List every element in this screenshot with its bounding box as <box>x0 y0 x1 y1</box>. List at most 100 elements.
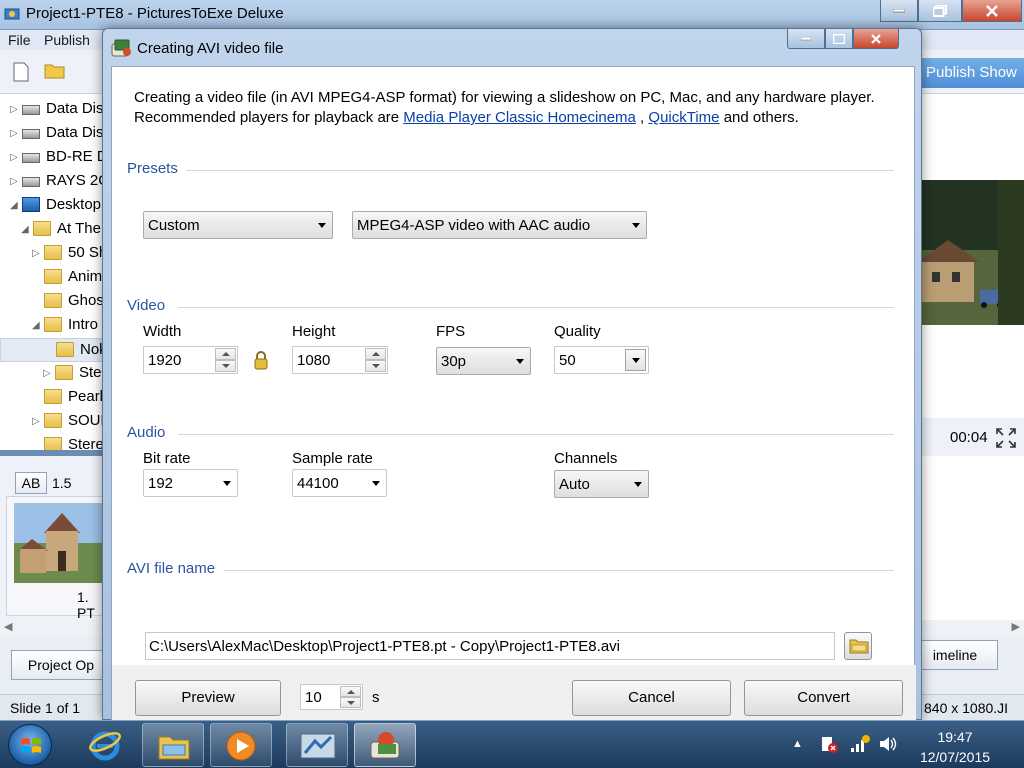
taskbar-explorer[interactable] <box>142 723 204 767</box>
browse-button[interactable] <box>844 632 872 660</box>
tray-clock[interactable]: 19:47 12/07/2015 <box>905 727 1005 767</box>
minimize-icon <box>893 8 905 12</box>
video-file-icon <box>111 39 131 57</box>
scroll-right-icon[interactable]: ▶ <box>1012 620 1020 633</box>
main-close-button[interactable] <box>962 0 1022 22</box>
audio-heading: Audio <box>127 424 166 441</box>
seconds-spin-down[interactable] <box>340 697 361 708</box>
dialog-close-button[interactable] <box>853 29 899 49</box>
slide-thumbnail[interactable]: 1. PT <box>6 496 106 621</box>
status-resolution: 840 x 1080.JI <box>924 700 1009 716</box>
seconds-spin-up[interactable] <box>340 686 361 697</box>
collapsed-arrow-icon[interactable]: ▷ <box>10 152 18 163</box>
tree-item[interactable]: ▷SOUND <box>0 410 107 434</box>
samplerate-select[interactable]: 44100 <box>292 469 387 497</box>
convert-button[interactable]: Convert <box>744 680 903 716</box>
collapsed-arrow-icon[interactable]: ▷ <box>10 128 18 139</box>
mpc-link[interactable]: Media Player Classic Homecinema <box>403 109 636 126</box>
tree-item[interactable]: Ghost <box>0 290 107 314</box>
start-button[interactable] <box>8 724 52 766</box>
open-folder-icon[interactable] <box>44 62 66 80</box>
new-file-icon[interactable] <box>12 62 30 82</box>
collapsed-arrow-icon[interactable]: ▷ <box>10 104 18 115</box>
tree-item[interactable]: ▷ RAYS 2GB <box>0 170 107 194</box>
action-center-icon[interactable] <box>820 735 838 753</box>
tree-item-label: RAYS 2GB <box>46 172 107 189</box>
volume-icon[interactable] <box>878 735 898 753</box>
collapsed-arrow-icon[interactable]: ▷ <box>32 248 40 259</box>
tree-item[interactable]: Stereo <box>0 434 107 450</box>
taskbar-pte-designer[interactable] <box>286 723 348 767</box>
network-icon[interactable] <box>850 735 870 753</box>
bitrate-select[interactable]: 192 <box>143 469 238 497</box>
folder-icon <box>44 389 62 404</box>
expanded-arrow-icon[interactable]: ◢ <box>21 224 29 235</box>
quicktime-link[interactable]: QuickTime <box>648 109 719 126</box>
tree-item[interactable]: ▷50 Shades <box>0 242 107 266</box>
presets-heading: Presets <box>127 160 178 177</box>
dialog-minimize-button[interactable] <box>787 29 825 49</box>
playback-bar: 00:04 <box>918 418 1024 456</box>
collapsed-arrow-icon[interactable]: ▷ <box>10 176 18 187</box>
folder-icon <box>44 245 62 260</box>
intro-text: Creating a video file (in AVI MPEG4-ASP … <box>134 88 904 128</box>
collapsed-arrow-icon[interactable]: ▷ <box>43 368 51 379</box>
tree-item[interactable]: Nokia <box>0 338 107 362</box>
restore-icon <box>933 4 947 17</box>
width-spin-down[interactable] <box>215 360 236 372</box>
tree-item[interactable]: Animation <box>0 266 107 290</box>
dialog-maximize-button[interactable] <box>825 29 853 49</box>
tray-show-hidden-icon[interactable]: ▲ <box>792 738 803 750</box>
minimize-button[interactable] <box>880 0 918 22</box>
status-slide-count: Slide 1 of 1 <box>10 700 81 716</box>
scroll-left-icon[interactable]: ◀ <box>4 620 12 633</box>
width-spin-up[interactable] <box>215 348 236 360</box>
tree-item[interactable]: ▷ BD-RE Drive <box>0 146 107 170</box>
preview-button[interactable]: Preview <box>135 680 281 716</box>
windows-logo-icon <box>21 738 41 753</box>
tree-item[interactable]: Pearl <box>0 386 107 410</box>
tree-item[interactable]: ▷ Data Disk <box>0 122 107 146</box>
project-options-button[interactable]: Project Op <box>11 650 111 680</box>
preset-select[interactable]: Custom <box>143 211 333 239</box>
fps-select[interactable]: 30p <box>436 347 531 375</box>
close-icon <box>871 33 881 44</box>
tree-item[interactable]: ▷Stereo <box>0 362 107 386</box>
height-input[interactable]: 1080 <box>292 346 388 374</box>
house-photo <box>918 180 1024 325</box>
fullscreen-icon[interactable] <box>996 428 1016 448</box>
height-spin-down[interactable] <box>365 360 386 372</box>
tree-item[interactable]: ▷ Data Disk <box>0 98 107 122</box>
collapsed-arrow-icon[interactable]: ▷ <box>32 416 40 427</box>
taskbar-pte-app[interactable] <box>354 723 416 767</box>
preview-seconds-input[interactable]: 10 <box>300 684 363 710</box>
expanded-arrow-icon[interactable]: ◢ <box>32 320 40 331</box>
tree-item[interactable]: ◢ Desktop <box>0 194 107 218</box>
taskbar-ie[interactable] <box>74 723 136 767</box>
quality-select[interactable]: 50 <box>554 346 649 374</box>
format-select[interactable]: MPEG4-ASP video with AAC audio <box>352 211 647 239</box>
timeline-button[interactable]: imeline <box>912 640 998 670</box>
width-input[interactable]: 1920 <box>143 346 238 374</box>
ab-toggle-button[interactable]: AB <box>15 472 47 494</box>
aspect-lock-icon[interactable] <box>253 350 269 370</box>
height-spin-up[interactable] <box>365 348 386 360</box>
taskbar-media-player[interactable] <box>210 723 272 767</box>
app-icon <box>4 8 20 20</box>
chevron-down-icon <box>632 358 640 363</box>
avi-path-input[interactable]: C:\Users\AlexMac\Desktop\Project1-PTE8.p… <box>145 632 835 660</box>
maximize-button[interactable] <box>918 0 962 22</box>
publish-show-button[interactable]: Publish Show <box>918 58 1024 88</box>
cancel-button[interactable]: Cancel <box>572 680 731 716</box>
tree-item[interactable]: ◢ At The <box>0 218 107 242</box>
internet-explorer-icon <box>89 731 121 761</box>
folder-icon <box>44 269 62 284</box>
bitrate-label: Bit rate <box>143 450 191 467</box>
expanded-arrow-icon[interactable]: ◢ <box>10 200 18 211</box>
dialog-footer: Preview 10 s Cancel Convert <box>112 665 916 721</box>
menu-file[interactable]: File <box>8 32 31 48</box>
menu-publish[interactable]: Publish <box>44 32 90 48</box>
channels-select[interactable]: Auto <box>554 470 649 498</box>
tree-item[interactable]: ◢ Intro <box>0 314 107 338</box>
preview-seconds-value: 10 <box>305 689 322 706</box>
